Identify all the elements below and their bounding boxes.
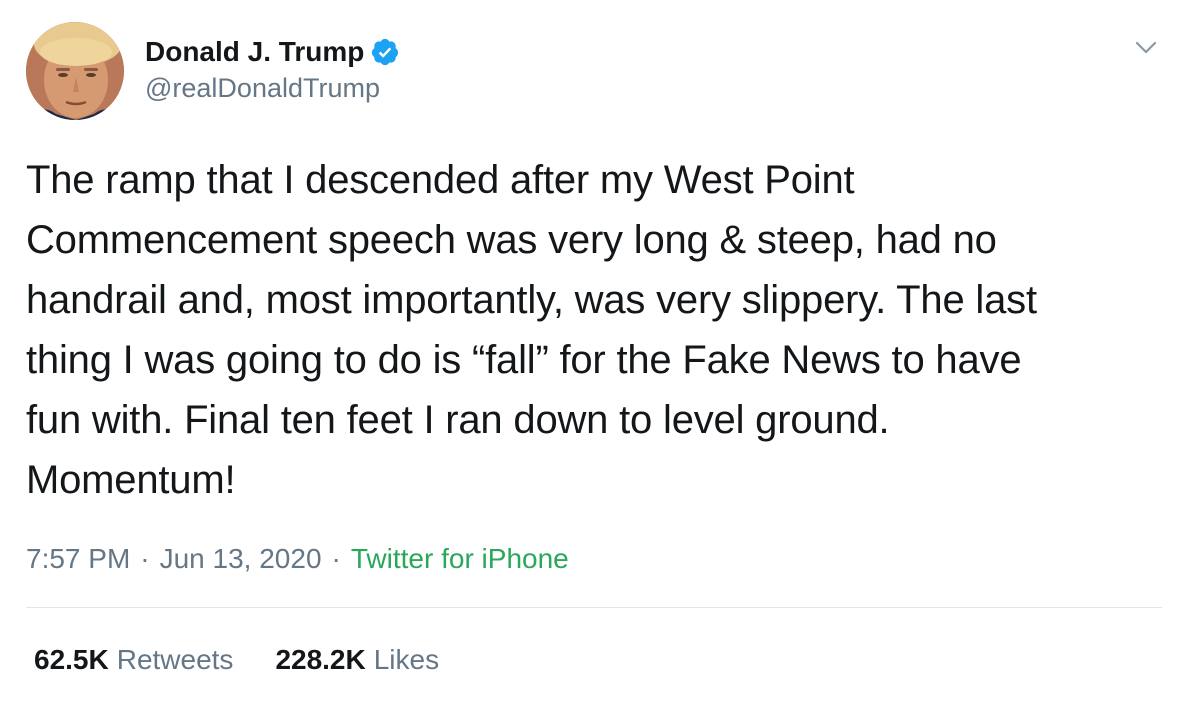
verified-badge-icon: [370, 37, 400, 67]
more-options-button[interactable]: [1130, 34, 1162, 62]
likes-count: 228.2K: [275, 644, 366, 675]
chevron-down-icon: [1135, 41, 1157, 54]
user-name-row: Donald J. Trump: [145, 34, 400, 70]
avatar[interactable]: [26, 22, 124, 120]
retweets-stat[interactable]: 62.5K Retweets: [34, 644, 233, 676]
avatar-image: [26, 22, 124, 120]
tweet-source-link[interactable]: Twitter for iPhone: [351, 543, 569, 575]
tweet-card: Donald J. Trump @realDonaldTrump The ram…: [0, 0, 1193, 706]
likes-stat[interactable]: 228.2K Likes: [275, 644, 439, 676]
meta-separator: ·: [331, 543, 341, 574]
retweets-count: 62.5K: [34, 644, 109, 675]
meta-separator: ·: [140, 543, 150, 574]
retweets-label: Retweets: [116, 644, 234, 675]
tweet-meta: 7:57 PM · Jun 13, 2020 · Twitter for iPh…: [26, 540, 569, 578]
user-handle[interactable]: @realDonaldTrump: [145, 73, 380, 104]
tweet-time[interactable]: 7:57 PM: [26, 543, 130, 575]
tweet-text: The ramp that I descended after my West …: [26, 158, 1037, 502]
tweet-stats: 62.5K Retweets 228.2K Likes: [34, 640, 439, 680]
tweet-date[interactable]: Jun 13, 2020: [160, 543, 322, 575]
likes-label: Likes: [373, 644, 440, 675]
divider: [26, 607, 1162, 608]
display-name[interactable]: Donald J. Trump: [145, 36, 364, 68]
